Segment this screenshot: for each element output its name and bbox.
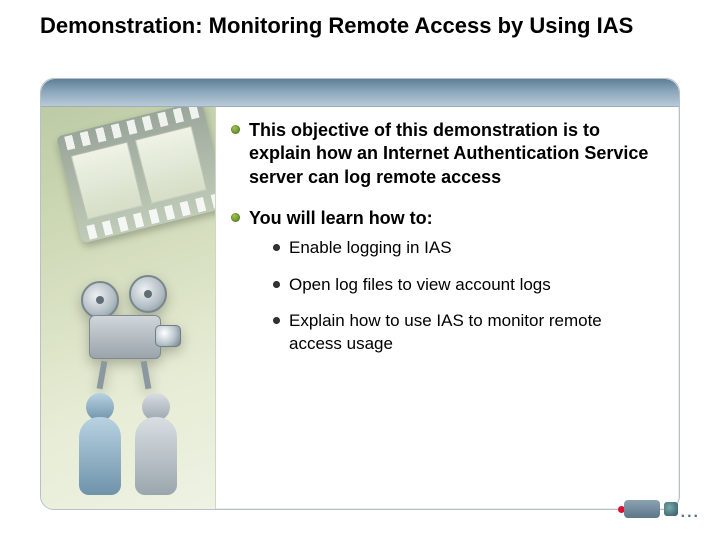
- slide: Demonstration: Monitoring Remote Access …: [0, 0, 720, 540]
- bullet-dot-icon: [231, 125, 240, 134]
- camcorder-icon: ...: [616, 494, 678, 524]
- bullet-dot-icon: [231, 213, 240, 222]
- sub-bullet: Enable logging in IAS: [273, 237, 659, 260]
- ellipsis-icon: ...: [681, 504, 700, 522]
- illustration-sidebar: [41, 79, 216, 509]
- bullet-objective: This objective of this demonstration is …: [231, 119, 659, 189]
- person-icon: [129, 393, 183, 503]
- content-panel: This objective of this demonstration is …: [40, 78, 680, 510]
- sub-bullet-text: Explain how to use IAS to monitor remote…: [289, 311, 602, 353]
- bullet-text: This objective of this demonstration is …: [249, 120, 648, 187]
- sub-bullet: Open log files to view account logs: [273, 274, 659, 297]
- sub-bullet-dot-icon: [273, 317, 280, 324]
- bullet-text: You will learn how to:: [249, 208, 433, 228]
- content-panel-wrap: This objective of this demonstration is …: [40, 78, 680, 510]
- sub-bullet-text: Enable logging in IAS: [289, 238, 452, 257]
- filmstrip-icon: [56, 100, 216, 243]
- sub-bullet-list: Enable logging in IAS Open log files to …: [273, 237, 659, 357]
- content-area: This objective of this demonstration is …: [231, 119, 659, 489]
- slide-title: Demonstration: Monitoring Remote Access …: [40, 12, 680, 40]
- sub-bullet-dot-icon: [273, 244, 280, 251]
- sub-bullet-text: Open log files to view account logs: [289, 275, 551, 294]
- person-icon: [73, 393, 127, 503]
- sub-bullet: Explain how to use IAS to monitor remote…: [273, 310, 659, 356]
- bullet-learn: You will learn how to: Enable logging in…: [231, 207, 659, 356]
- projector-icon: [59, 269, 189, 389]
- sub-bullet-dot-icon: [273, 281, 280, 288]
- panel-header-bar: [41, 79, 679, 107]
